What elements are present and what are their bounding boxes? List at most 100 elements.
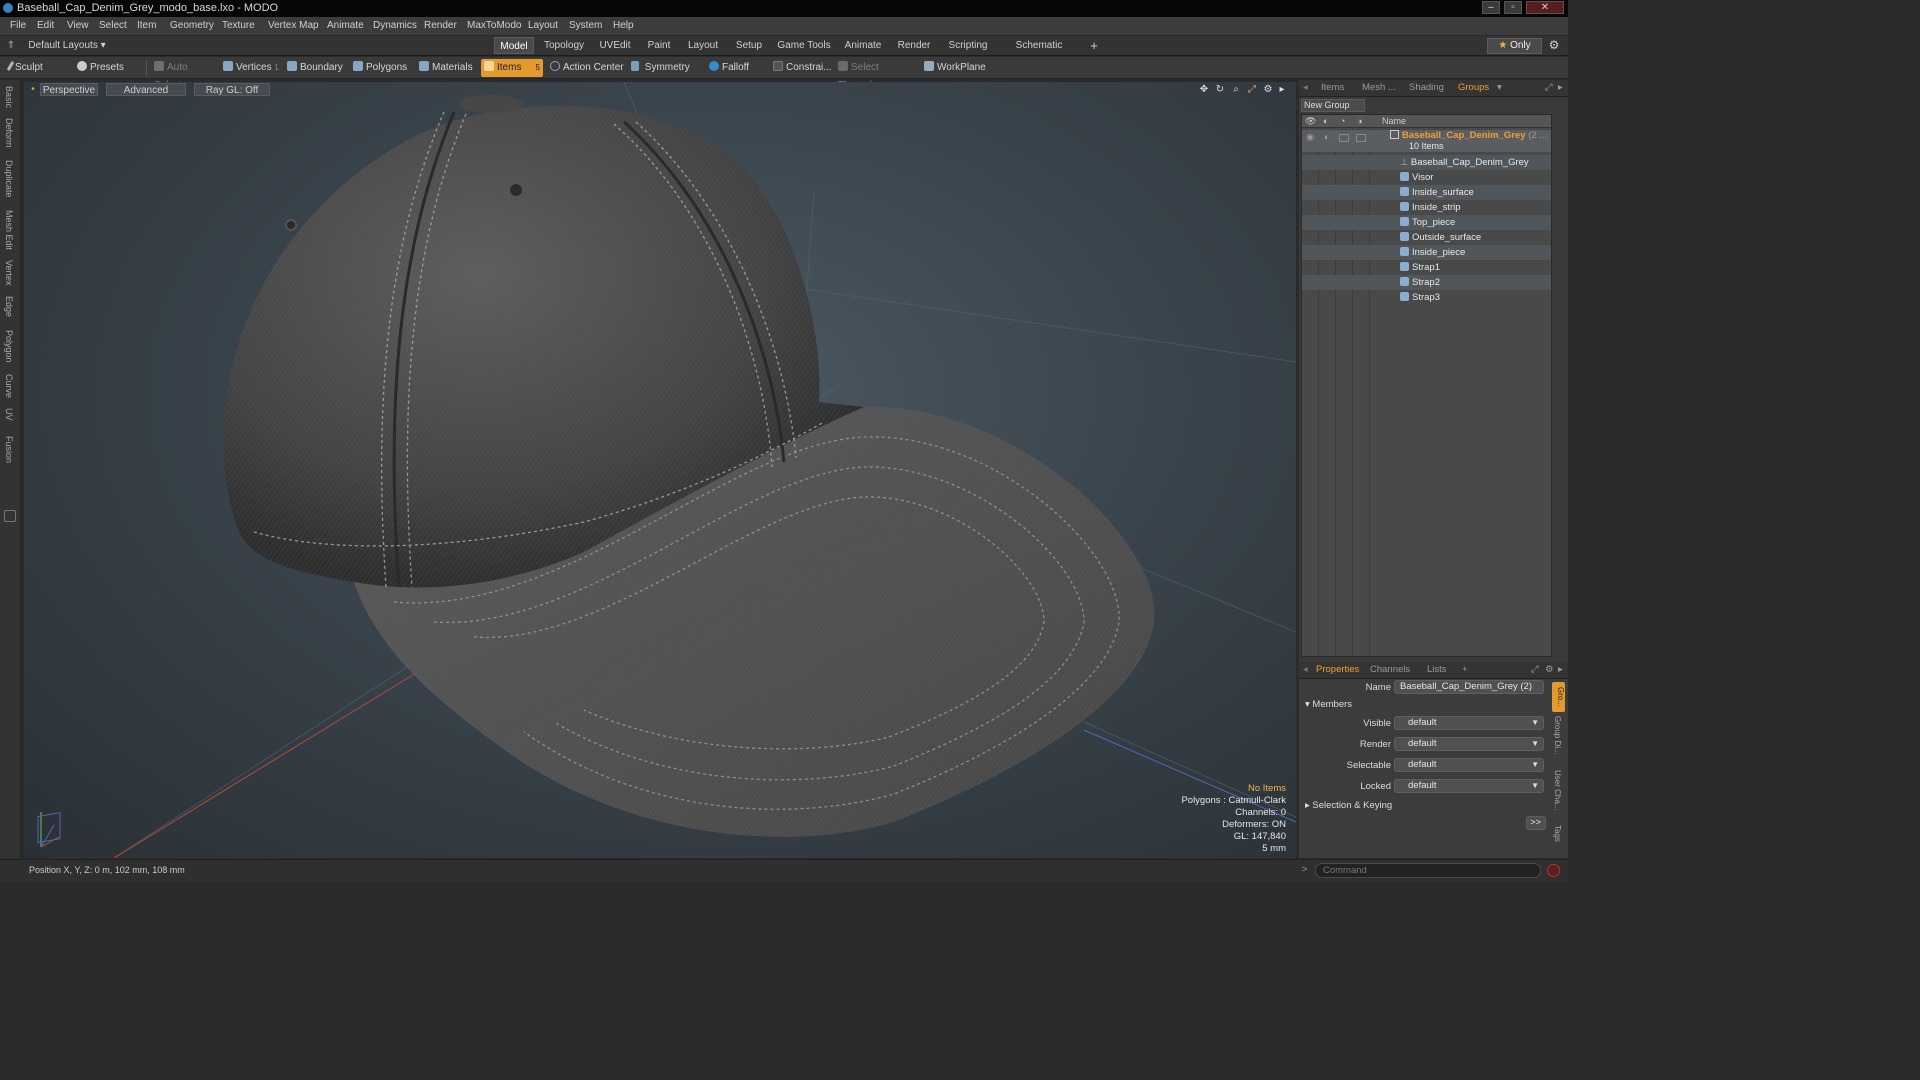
menu-animate[interactable]: Animate	[327, 20, 364, 31]
menu-layout[interactable]: Layout	[528, 20, 558, 31]
items-button[interactable]: Items 5	[481, 59, 543, 77]
tab-schematic-fusion[interactable]: Schematic Fusion	[1000, 37, 1078, 68]
collapse-arrow-icon[interactable]: ⇑	[5, 37, 17, 54]
presets-button[interactable]: Presets	[74, 59, 140, 77]
list-item[interactable]: Strap3	[1302, 290, 1551, 305]
tab-game-tools[interactable]: Game Tools	[774, 37, 834, 54]
viewport-settings-icon[interactable]: ⚙	[1263, 85, 1273, 95]
render-icon[interactable]: ◐	[1323, 116, 1328, 126]
symmetry-button[interactable]: Symmetry	[628, 59, 694, 77]
selectable-dropdown[interactable]: default ▼	[1394, 758, 1544, 772]
list-item[interactable]: Visor	[1302, 170, 1551, 185]
side-tab-group[interactable]: Gro...	[1552, 682, 1565, 712]
group-row[interactable]: ◉ ◐ Baseball_Cap_Denim_Grey (2 ... 10 It…	[1302, 130, 1551, 152]
panel-expand-icon[interactable]: ⤢	[1545, 82, 1553, 93]
tab-mesh[interactable]: Mesh ...	[1362, 82, 1396, 93]
left-tab-duplicate[interactable]: Duplicate	[4, 160, 14, 198]
polygons-button[interactable]: Polygons	[350, 59, 410, 77]
add-tab-icon[interactable]: +	[1086, 37, 1102, 54]
tab-animate[interactable]: Animate	[840, 37, 886, 54]
expand-button[interactable]: >>	[1526, 816, 1546, 830]
vertices-button[interactable]: Vertices 1	[220, 59, 282, 77]
tab-lists[interactable]: Lists	[1427, 664, 1447, 675]
close-button[interactable]: ✕	[1526, 1, 1564, 14]
auto-select-button[interactable]: Auto Select	[151, 59, 215, 91]
gear-icon[interactable]: ⚙	[1546, 37, 1562, 54]
menu-maxtomodo[interactable]: MaxToModo	[467, 20, 521, 31]
list-item[interactable]: Strap2	[1302, 275, 1551, 290]
menu-file[interactable]: File	[10, 20, 26, 31]
raygl-toggle[interactable]: Ray GL: Off	[194, 83, 270, 96]
maximize-viewport-icon[interactable]: ⤢	[1247, 85, 1257, 95]
panel-arrow-right-icon[interactable]: ▸	[1558, 82, 1563, 93]
side-tab-user-channels[interactable]: User Cha...	[1553, 770, 1562, 810]
list-item[interactable]: Inside_piece	[1302, 245, 1551, 260]
menu-texture[interactable]: Texture	[222, 20, 255, 31]
panel-toggle-icon[interactable]	[4, 510, 16, 522]
menu-geometry[interactable]: Geometry	[170, 20, 214, 31]
side-tab-tags[interactable]: Tags	[1553, 825, 1562, 842]
left-tab-vertex[interactable]: Vertex	[4, 260, 14, 286]
zoom-icon[interactable]: ⌕	[1231, 85, 1241, 95]
tab-shading[interactable]: Shading	[1409, 82, 1444, 93]
left-tab-edge[interactable]: Edge	[4, 296, 14, 317]
tab-render[interactable]: Render	[892, 37, 936, 54]
selection-keying-section-header[interactable]: ▸ Selection & Keying	[1305, 800, 1392, 811]
menu-render[interactable]: Render	[424, 20, 457, 31]
left-tab-fusion[interactable]: Fusion	[4, 436, 14, 463]
rotate-icon[interactable]: ↻	[1215, 85, 1225, 95]
materials-button[interactable]: Materials	[416, 59, 476, 77]
layout-selector[interactable]: Default Layouts ▾	[27, 37, 107, 54]
boundary-button[interactable]: Boundary	[284, 59, 346, 77]
view-perspective-dropdown[interactable]: Perspective	[40, 83, 98, 96]
name-column-header[interactable]: Name	[1382, 116, 1406, 126]
menu-system[interactable]: System	[569, 20, 602, 31]
sculpt-button[interactable]: Sculpt	[6, 59, 68, 77]
action-center-button[interactable]: Action Center	[547, 59, 625, 77]
menu-item[interactable]: Item	[137, 20, 156, 31]
falloff-button[interactable]: Falloff	[706, 59, 762, 77]
menu-edit[interactable]: Edit	[37, 20, 54, 31]
list-item[interactable]: Outside_surface	[1302, 230, 1551, 245]
maximize-button[interactable]: ▫	[1504, 1, 1522, 14]
left-tab-mesh-edit[interactable]: Mesh Edit	[4, 210, 14, 250]
add-tab-icon[interactable]: +	[1462, 664, 1468, 675]
menu-select[interactable]: Select	[99, 20, 127, 31]
group-render-icon[interactable]: ◐	[1324, 132, 1330, 143]
side-tab-group-display[interactable]: Group Di...	[1553, 716, 1562, 755]
visibility-eye-icon[interactable]: 👁	[1305, 116, 1316, 127]
menu-vertex-map[interactable]: Vertex Map	[268, 20, 319, 31]
tab-setup[interactable]: Setup	[730, 37, 768, 54]
tab-channels[interactable]: Channels	[1370, 664, 1410, 675]
tabs-dropdown-icon[interactable]: ▾	[1497, 82, 1502, 93]
tab-uvedit[interactable]: UVEdit	[594, 37, 636, 54]
tab-scripting[interactable]: Scripting	[942, 37, 994, 54]
list-item[interactable]: Inside_surface	[1302, 185, 1551, 200]
properties-gear-icon[interactable]: ⚙	[1545, 664, 1554, 675]
left-tab-uv[interactable]: UV	[4, 408, 14, 421]
group-select-checkbox[interactable]	[1356, 134, 1366, 142]
name-field[interactable]: Baseball_Cap_Denim_Grey (2)	[1394, 680, 1544, 694]
group-lock-checkbox[interactable]	[1339, 134, 1349, 142]
tab-model[interactable]: Model	[494, 37, 534, 54]
list-item[interactable]: Strap1	[1302, 260, 1551, 275]
list-item[interactable]: ⊥ Baseball_Cap_Denim_Grey	[1302, 155, 1551, 170]
3d-viewport[interactable]: • Perspective Advanced Ray GL: Off ✥ ↻ ⌕…	[24, 82, 1296, 858]
panel-expand-icon[interactable]: ⤢	[1531, 664, 1539, 675]
left-tab-polygon[interactable]: Polygon	[4, 330, 14, 363]
members-section-header[interactable]: ▾ Members	[1305, 699, 1352, 710]
shading-advanced-dropdown[interactable]: Advanced	[106, 83, 186, 96]
tab-items[interactable]: Items	[1321, 82, 1344, 93]
new-group-button[interactable]: New Group	[1301, 99, 1365, 112]
tab-properties[interactable]: Properties	[1316, 664, 1359, 675]
tab-layout[interactable]: Layout	[682, 37, 724, 54]
group-visibility-eye-icon[interactable]: ◉	[1306, 132, 1314, 143]
select-through-button[interactable]: Select Through	[835, 59, 917, 91]
menu-dynamics[interactable]: Dynamics	[373, 20, 417, 31]
tab-groups[interactable]: Groups	[1458, 82, 1489, 93]
left-tab-curve[interactable]: Curve	[4, 374, 14, 398]
viewport-dot-icon[interactable]: •	[28, 85, 38, 95]
constraints-button[interactable]: Constrai...	[770, 59, 832, 77]
render-dropdown[interactable]: default ▼	[1394, 737, 1544, 751]
menu-help[interactable]: Help	[613, 20, 634, 31]
